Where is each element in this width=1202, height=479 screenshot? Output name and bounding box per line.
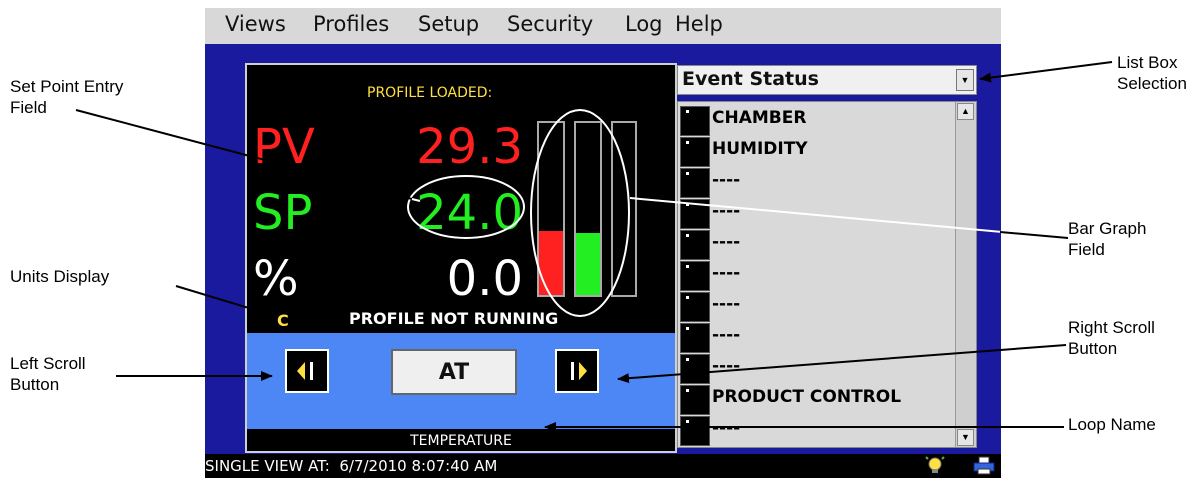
bar-graph-pv-fill: [539, 231, 563, 295]
menu-bar: Views Profiles Setup Security Log Help: [205, 8, 1001, 44]
profile-loaded-label: PROFILE LOADED:: [367, 85, 493, 101]
event-indicator-icon[interactable]: [680, 230, 710, 260]
event-indicator-icon[interactable]: [680, 416, 710, 446]
event-row[interactable]: ----: [678, 257, 954, 291]
event-indicator-icon[interactable]: [680, 137, 710, 167]
event-label: HUMIDITY: [712, 139, 808, 159]
event-row[interactable]: ----: [678, 226, 954, 260]
units-display: C: [277, 311, 289, 330]
event-label: ----: [712, 325, 741, 345]
event-row[interactable]: HUMIDITY: [678, 133, 954, 167]
callout-list-box: List Box Selection: [1117, 53, 1187, 93]
bar-graph-percent: [611, 121, 637, 297]
set-point-entry-field[interactable]: 24.0: [416, 189, 523, 237]
menu-log[interactable]: Log: [625, 12, 663, 36]
lightbulb-icon[interactable]: [925, 456, 945, 476]
event-row[interactable]: ----: [678, 412, 954, 446]
profile-status: PROFILE NOT RUNNING: [349, 309, 559, 328]
event-indicator-icon[interactable]: [680, 168, 710, 198]
event-indicator-icon[interactable]: [680, 385, 710, 415]
event-label: ----: [712, 356, 741, 376]
callout-loop-name: Loop Name: [1068, 415, 1156, 434]
menu-setup[interactable]: Setup: [418, 12, 479, 36]
event-indicator-icon[interactable]: [680, 261, 710, 291]
device-screen: Views Profiles Setup Security Log Help P…: [205, 8, 1001, 478]
loop-name: TEMPERATURE: [247, 431, 675, 451]
callout-set-point: Set Point Entry Field: [10, 77, 124, 117]
printer-icon[interactable]: [973, 456, 995, 476]
callout-units-display: Units Display: [10, 267, 110, 286]
bar-graph-pv: [537, 121, 565, 297]
status-text: SINGLE VIEW AT: 6/7/2010 8:07:40 AM: [205, 457, 498, 475]
callout-bar-graph: Bar Graph Field: [1068, 219, 1147, 259]
event-indicator-icon[interactable]: [680, 199, 710, 229]
sp-label: SP: [253, 185, 313, 241]
menu-security[interactable]: Security: [507, 12, 593, 36]
event-row[interactable]: ----: [678, 319, 954, 353]
event-label: ----: [712, 263, 741, 283]
event-indicator-icon[interactable]: [680, 292, 710, 322]
event-label: ----: [712, 294, 741, 314]
pv-label: PV: [253, 119, 315, 175]
event-row[interactable]: PRODUCT CONTROL: [678, 381, 954, 415]
menu-views[interactable]: Views: [225, 12, 286, 36]
event-label: ----: [712, 418, 741, 438]
callout-left-scroll: Left Scroll Button: [10, 354, 86, 394]
autotune-button[interactable]: AT: [391, 349, 517, 395]
event-row[interactable]: ----: [678, 288, 954, 322]
callout-right-scroll: Right Scroll Button: [1068, 318, 1155, 358]
loop-panel: PROFILE LOADED: PV 29.3 SP 24.0 % 0.0 C …: [245, 63, 677, 453]
scroll-left-icon: [297, 362, 313, 380]
event-label: CHAMBER: [712, 108, 807, 128]
menu-profiles[interactable]: Profiles: [313, 12, 389, 36]
scroll-down-icon[interactable]: ▼: [957, 429, 974, 446]
event-row[interactable]: CHAMBER: [678, 102, 954, 136]
right-scroll-button[interactable]: [555, 349, 599, 393]
event-label: ----: [712, 201, 741, 221]
scroll-up-icon[interactable]: ▲: [957, 103, 974, 120]
dropdown-arrow-icon[interactable]: ▼: [956, 69, 974, 91]
event-row[interactable]: ----: [678, 195, 954, 229]
bar-graph-sp: [574, 121, 602, 297]
status-bar: SINGLE VIEW AT: 6/7/2010 8:07:40 AM: [205, 454, 1001, 478]
event-indicator-icon[interactable]: [680, 354, 710, 384]
list-scrollbar[interactable]: ▲ ▼: [955, 102, 976, 447]
bar-graph-sp-fill: [576, 233, 600, 295]
event-list: CHAMBER HUMIDITY ---- ---- ---- ---- ---- ---- -…: [677, 101, 977, 448]
event-label: PRODUCT CONTROL: [712, 387, 902, 407]
event-label: ----: [712, 170, 741, 190]
pv-value: 29.3: [416, 119, 523, 175]
list-box-selection[interactable]: Event Status ▼: [677, 65, 977, 95]
loop-scroll-strip: AT: [247, 333, 675, 429]
left-scroll-button[interactable]: [285, 349, 329, 393]
event-indicator-icon[interactable]: [680, 323, 710, 353]
event-indicator-icon[interactable]: [680, 106, 710, 136]
percent-label: %: [253, 251, 299, 307]
scroll-right-icon: [571, 362, 587, 380]
event-row[interactable]: ----: [678, 350, 954, 384]
menu-help[interactable]: Help: [675, 12, 723, 36]
list-box-selected-value: Event Status: [682, 68, 819, 90]
percent-value: 0.0: [446, 251, 523, 307]
event-label: ----: [712, 232, 741, 252]
event-row[interactable]: ----: [678, 164, 954, 198]
